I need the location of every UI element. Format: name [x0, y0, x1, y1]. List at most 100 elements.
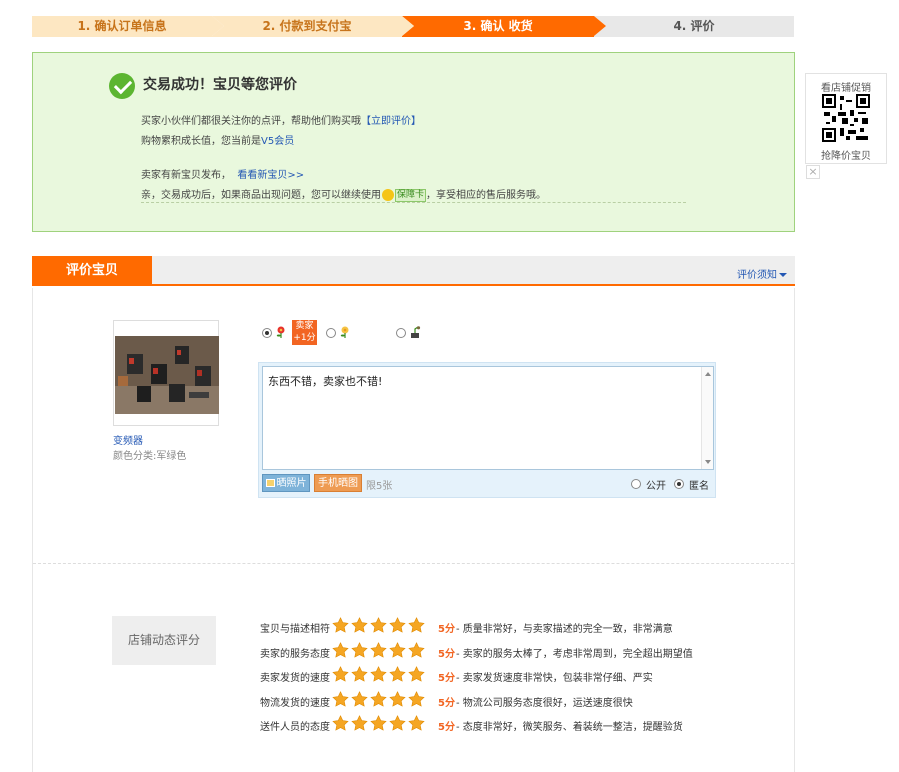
score-description: - 质量非常好，与卖家描述的完全一致，非常满意: [456, 624, 673, 635]
product-thumbnail[interactable]: [113, 320, 219, 426]
qr-promo[interactable]: 看店铺促销 抢降价宝贝: [805, 73, 887, 164]
rating-bad-radio[interactable]: [396, 328, 406, 338]
guarantee-card-link[interactable]: 保障卡: [395, 188, 427, 202]
step-review: 4. 评价: [594, 16, 794, 37]
star-icon[interactable]: [370, 641, 387, 659]
star-rating[interactable]: [332, 617, 432, 635]
seller-bonus-badge: 卖家 +1分: [292, 320, 317, 345]
step-arrow: [212, 16, 224, 36]
product-sku: 颜色分类:军绿色: [113, 451, 187, 462]
comment-text: 东西不错，卖家也不错!: [268, 375, 383, 388]
success-line-new-items: 卖家有新宝贝发布， 看看新宝贝>>: [141, 166, 304, 181]
star-icon[interactable]: [351, 715, 368, 732]
star-icon[interactable]: [389, 666, 406, 683]
review-now-link[interactable]: 【立即评价】: [361, 116, 421, 127]
upload-photo-label: 晒照片: [276, 478, 307, 489]
star-icon[interactable]: [370, 690, 387, 708]
star-icon[interactable]: [351, 617, 368, 634]
success-text: 买家小伙伴们都很关注你的点评，帮助他们购买哦: [141, 116, 361, 127]
success-check-icon: [109, 73, 135, 99]
picture-icon: [265, 479, 275, 487]
star-icon[interactable]: [332, 641, 349, 659]
review-notice-label: 评价须知: [737, 270, 777, 281]
store-score-button: 店铺动态评分: [112, 616, 216, 665]
score-value: 5分: [438, 624, 455, 635]
star-icon[interactable]: [370, 617, 387, 634]
rating-neutral-radio[interactable]: [326, 328, 336, 338]
tab-review-item[interactable]: 评价宝贝: [32, 256, 152, 286]
score-label: 送件人员的态度: [260, 722, 330, 733]
upload-photo-button[interactable]: 晒照片: [262, 474, 310, 492]
score-description: - 卖家的服务太棒了，考虑非常周到，完全超出期望值: [456, 648, 693, 660]
visibility-anonymous-radio[interactable]: [674, 479, 684, 489]
product-name-link[interactable]: 变频器: [113, 432, 143, 447]
star-rating[interactable]: [332, 690, 432, 709]
step-pay-alipay: 2. 付款到支付宝: [212, 16, 414, 37]
star-icon[interactable]: [332, 690, 349, 708]
neutral-flower-icon: [340, 326, 349, 338]
success-text: 卖家有新宝贝发布，: [141, 170, 231, 181]
success-line-review: 买家小伙伴们都很关注你的点评，帮助他们购买哦【立即评价】: [141, 112, 421, 127]
star-icon[interactable]: [408, 666, 425, 683]
score-value: 5分: [438, 673, 455, 684]
rating-good-radio[interactable]: [262, 328, 272, 338]
success-text: 购物累积成长值，您当前是: [141, 136, 261, 147]
score-value: 5分: [438, 722, 455, 733]
success-panel: 交易成功！宝贝等您评价 买家小伙伴们都很关注你的点评，帮助他们购买哦【立即评价】…: [32, 52, 795, 232]
success-text: 亲，交易成功后，如果商品出现问题，您可以继续使用: [141, 190, 381, 201]
score-value: 5分: [438, 648, 455, 660]
success-line-guarantee: 亲，交易成功后，如果商品出现问题，您可以继续使用 保障卡 ，享受相应的售后服务哦。: [141, 186, 546, 202]
star-icon[interactable]: [389, 690, 406, 708]
bad-wilted-flower-icon: [411, 326, 421, 338]
star-icon[interactable]: [408, 617, 425, 634]
rating-selector: 卖家 +1分: [260, 320, 460, 346]
step-confirm-order: 1. 确认订单信息: [32, 16, 224, 37]
comment-scrollbar[interactable]: [701, 367, 713, 469]
star-rating[interactable]: [332, 641, 432, 660]
star-icon[interactable]: [332, 715, 349, 732]
review-header: 评价宝贝 评价须知: [32, 256, 795, 286]
order-steps: 1. 确认订单信息 2. 付款到支付宝 3. 确认 收货 4. 评价: [32, 16, 794, 37]
star-icon[interactable]: [408, 715, 425, 732]
bonus-line-2: +1分: [293, 333, 316, 343]
star-icon[interactable]: [351, 641, 368, 659]
star-icon[interactable]: [332, 617, 349, 634]
star-icon[interactable]: [389, 715, 406, 732]
step-label: 1. 确认订单信息: [77, 19, 167, 33]
score-row: 宝贝与描述相符 5分 - 质量非常好，与卖家描述的完全一致，非常满意: [260, 617, 760, 637]
member-level-link[interactable]: V5会员: [261, 136, 294, 147]
star-icon[interactable]: [351, 666, 368, 683]
scroll-up-icon: [705, 372, 711, 376]
qr-code-icon: [822, 94, 870, 142]
score-label: 宝贝与描述相符: [260, 624, 330, 635]
star-icon[interactable]: [389, 617, 406, 634]
star-icon[interactable]: [370, 666, 387, 683]
mobile-photo-button[interactable]: 手机晒图: [314, 474, 362, 492]
new-items-link[interactable]: 看看新宝贝>>: [237, 170, 304, 181]
star-icon[interactable]: [408, 641, 425, 659]
comment-textarea[interactable]: 东西不错，卖家也不错!: [262, 366, 714, 470]
dashed-divider: [141, 202, 686, 203]
success-line-member: 购物累积成长值，您当前是V5会员: [141, 132, 294, 147]
bonus-line-1: 卖家: [295, 321, 314, 331]
score-label: 卖家发货的速度: [260, 673, 330, 684]
qr-close-button[interactable]: ×: [806, 165, 820, 179]
score-label: 卖家的服务态度: [260, 648, 330, 660]
star-icon[interactable]: [408, 690, 425, 708]
score-description: - 态度非常好，微笑服务、着装统一整洁，提醒验货: [456, 722, 683, 733]
score-value: 5分: [438, 697, 455, 709]
photo-limit-text: 限5张: [366, 481, 393, 492]
review-notice-link[interactable]: 评价须知: [737, 266, 787, 281]
star-icon[interactable]: [370, 715, 387, 732]
visibility-anonymous-label: 匿名: [689, 481, 709, 492]
visibility-public-radio[interactable]: [631, 479, 641, 489]
visibility-public-label: 公开: [646, 481, 666, 492]
star-rating[interactable]: [332, 715, 432, 733]
step-label: 2. 付款到支付宝: [262, 19, 352, 33]
star-icon[interactable]: [351, 690, 368, 708]
star-rating[interactable]: [332, 666, 432, 684]
star-icon[interactable]: [389, 641, 406, 659]
score-row: 卖家的服务态度 5分 - 卖家的服务太棒了，考虑非常周到，完全超出期望值: [260, 641, 760, 662]
star-icon[interactable]: [332, 666, 349, 683]
score-row: 送件人员的态度 5分 - 态度非常好，微笑服务、着装统一整洁，提醒验货: [260, 715, 760, 735]
